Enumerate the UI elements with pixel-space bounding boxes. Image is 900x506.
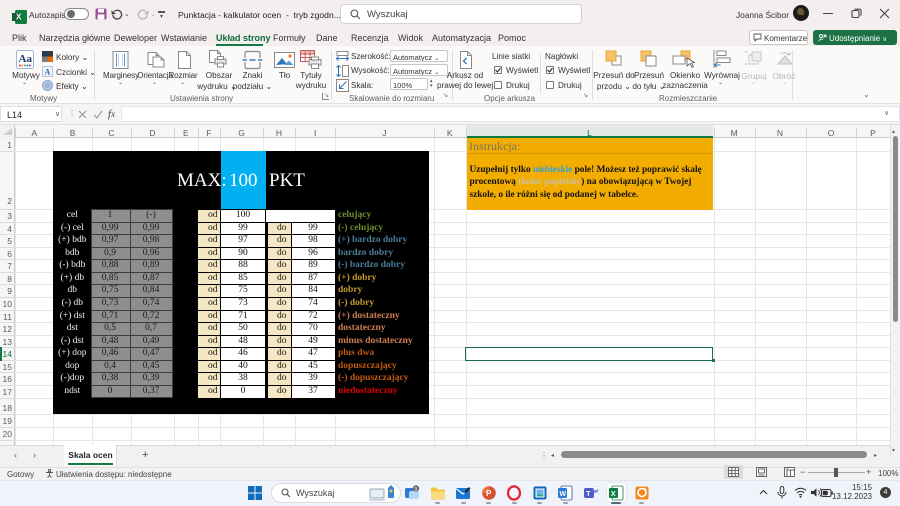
svg-text:W: W bbox=[560, 491, 567, 498]
svg-text:X: X bbox=[16, 13, 22, 22]
svg-text:X: X bbox=[611, 489, 616, 498]
svg-text:Aa: Aa bbox=[19, 53, 33, 65]
svg-text:A: A bbox=[45, 68, 51, 77]
svg-text:3: 3 bbox=[414, 487, 417, 493]
svg-text:P: P bbox=[486, 489, 492, 498]
svg-text:T: T bbox=[586, 489, 591, 498]
